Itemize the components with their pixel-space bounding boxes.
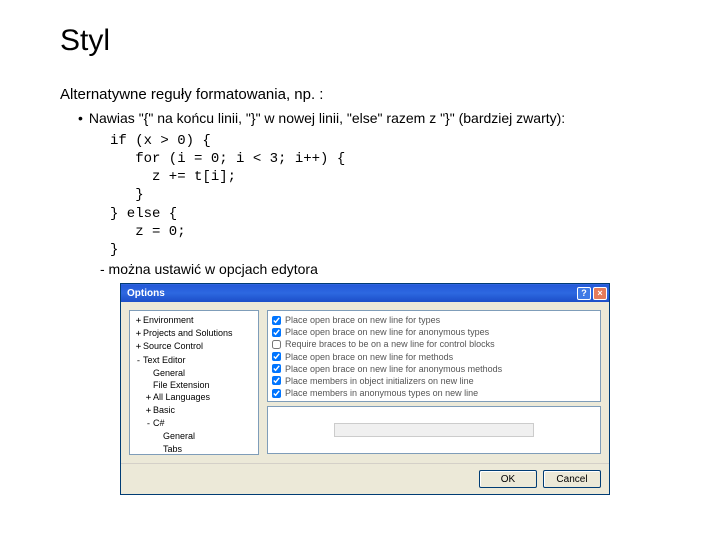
preview-placeholder	[334, 423, 534, 437]
check-item[interactable]: Place open brace on new line for types	[272, 314, 596, 326]
bullet-dot: •	[78, 109, 83, 128]
check-item[interactable]: Place members in object initializers on …	[272, 375, 596, 387]
check-label: Place open brace on new line for types	[285, 314, 440, 326]
tree-node[interactable]: -C#	[144, 417, 254, 430]
checkbox[interactable]	[272, 389, 281, 398]
checkbox[interactable]	[272, 376, 281, 385]
slide-subtitle: Alternatywne reguły formatowania, np. :	[60, 86, 660, 103]
options-checklist[interactable]: Place open brace on new line for typesPl…	[267, 310, 601, 402]
check-item[interactable]: Place open brace on new line for anonymo…	[272, 326, 596, 338]
checkbox[interactable]	[272, 328, 281, 337]
close-button[interactable]: ×	[593, 287, 607, 300]
checkbox[interactable]	[272, 340, 281, 349]
bullet-text: Nawias "{" na końcu linii, "}" w nowej l…	[89, 109, 565, 128]
check-item[interactable]: Place open brace on new line for methods	[272, 351, 596, 363]
dialog-titlebar: Options ? ×	[121, 284, 609, 302]
slide-title: Styl	[60, 24, 660, 58]
tree-node[interactable]: +Source Control	[134, 340, 254, 353]
check-label: Place members in anonymous types on new …	[285, 387, 478, 399]
bullet-item: • Nawias "{" na końcu linii, "}" w nowej…	[78, 109, 660, 128]
tree-node[interactable]: General	[144, 367, 254, 379]
check-label: Place open brace on new line for anonymo…	[285, 326, 489, 338]
dialog-title: Options	[127, 288, 165, 299]
check-label: Place members in object initializers on …	[285, 375, 474, 387]
check-item[interactable]: Place members in anonymous types on new …	[272, 387, 596, 399]
tree-node[interactable]: Tabs	[154, 443, 254, 455]
preview-pane	[267, 406, 601, 454]
check-label: Place open brace on new line for anonymo…	[285, 363, 502, 375]
check-label: Require braces to be on a new line for c…	[285, 338, 495, 350]
check-item[interactable]: Require braces to be on a new line for c…	[272, 338, 596, 350]
options-tree[interactable]: +Environment+Projects and Solutions+Sour…	[129, 310, 259, 455]
tree-node[interactable]: +Environment	[134, 314, 254, 327]
tree-node[interactable]: General	[154, 430, 254, 442]
code-block: if (x > 0) { for (i = 0; i < 3; i++) { z…	[110, 132, 660, 259]
checkbox[interactable]	[272, 352, 281, 361]
tree-node[interactable]: -Text Editor	[134, 354, 254, 367]
ok-button[interactable]: OK	[479, 470, 537, 488]
checkbox[interactable]	[272, 316, 281, 325]
tree-node[interactable]: +Basic	[144, 404, 254, 417]
cancel-button[interactable]: Cancel	[543, 470, 601, 488]
help-button[interactable]: ?	[577, 287, 591, 300]
check-label: Place open brace on new line for methods	[285, 351, 453, 363]
tree-node[interactable]: +All Languages	[144, 391, 254, 404]
tree-node[interactable]: +Projects and Solutions	[134, 327, 254, 340]
note-text: - można ustawić w opcjach edytora	[100, 261, 660, 277]
options-dialog: Options ? × +Environment+Projects and So…	[120, 283, 610, 495]
check-item[interactable]: Place open brace on new line for anonymo…	[272, 363, 596, 375]
tree-node[interactable]: File Extension	[144, 379, 254, 391]
checkbox[interactable]	[272, 364, 281, 373]
